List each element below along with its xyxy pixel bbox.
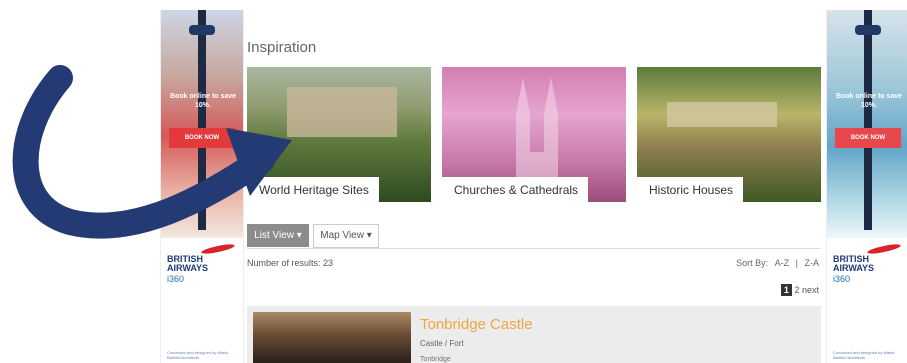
i360-pod-image <box>855 25 881 35</box>
ad-brand-logo: BRITISH AIRWAYS i360 <box>167 255 237 284</box>
map-view-button[interactable]: Map View ▾ <box>313 224 379 248</box>
ad-offer-text: Book online to save 10%. <box>169 93 237 109</box>
ad-offer-text: Book online to save 10%. <box>835 93 903 109</box>
sort-separator: | <box>795 258 798 268</box>
ad-book-now-button[interactable]: BOOK NOW <box>835 128 901 148</box>
ad-brand-text: BRITISH AIRWAYS <box>167 254 209 273</box>
tile-label: World Heritage Sites <box>247 177 379 202</box>
sort-controls: Sort By: A-Z | Z-A <box>732 258 819 268</box>
result-title-link[interactable]: Tonbridge Castle <box>420 316 533 333</box>
ad-brand-sub: i360 <box>833 274 851 284</box>
i360-tower-image <box>198 10 206 230</box>
list-view-button[interactable]: List View ▾ <box>247 224 309 247</box>
result-type: Castle / Fort <box>420 339 464 348</box>
british-airways-logo-icon <box>200 242 236 256</box>
i360-tower-image <box>864 10 872 230</box>
result-place: Tonbridge <box>420 356 451 363</box>
ad-brand-text: BRITISH AIRWAYS <box>833 254 875 273</box>
ad-brand-logo: BRITISH AIRWAYS i360 <box>833 255 903 284</box>
ad-book-now-button[interactable]: BOOK NOW <box>169 128 235 148</box>
page-2-link[interactable]: 2 <box>794 285 799 295</box>
palace-photo <box>287 87 397 137</box>
tile-historic-houses[interactable]: Historic Houses <box>637 67 821 202</box>
ad-footer-text: Conceived and designed by Marks Barfield… <box>833 350 895 360</box>
i360-pod-image <box>189 25 215 35</box>
result-item[interactable]: Tonbridge Castle Castle / Fort Tonbridge <box>247 306 821 363</box>
view-switcher: List View ▾ Map View ▾ <box>247 224 821 249</box>
page-current: 1 <box>780 284 792 296</box>
tile-churches-cathedrals[interactable]: Churches & Cathedrals <box>442 67 626 202</box>
sort-za-link[interactable]: Z-A <box>805 258 820 268</box>
tile-label: Churches & Cathedrals <box>442 177 589 202</box>
sort-label: Sort By: <box>736 258 769 268</box>
next-page-link[interactable]: next <box>802 285 819 295</box>
pagination: 1 2 next <box>780 284 819 296</box>
tile-world-heritage-sites[interactable]: World Heritage Sites <box>247 67 431 202</box>
sort-az-link[interactable]: A-Z <box>775 258 790 268</box>
manor-photo <box>667 102 777 127</box>
right-advert[interactable]: Book online to save 10%. BOOK NOW BRITIS… <box>826 10 907 363</box>
british-airways-logo-icon <box>866 242 902 256</box>
tile-label: Historic Houses <box>637 177 744 202</box>
left-advert[interactable]: Book online to save 10%. BOOK NOW BRITIS… <box>160 10 244 363</box>
inspiration-tiles: World Heritage Sites Churches & Cathedra… <box>247 67 821 202</box>
ad-footer-text: Conceived and designed by Marks Barfield… <box>167 350 229 360</box>
main-content: Inspiration World Heritage Sites Churche… <box>247 0 821 363</box>
result-thumbnail[interactable] <box>253 312 411 363</box>
ad-brand-sub: i360 <box>167 274 185 284</box>
results-count: Number of results: 23 <box>247 258 334 268</box>
page-title: Inspiration <box>247 39 317 56</box>
